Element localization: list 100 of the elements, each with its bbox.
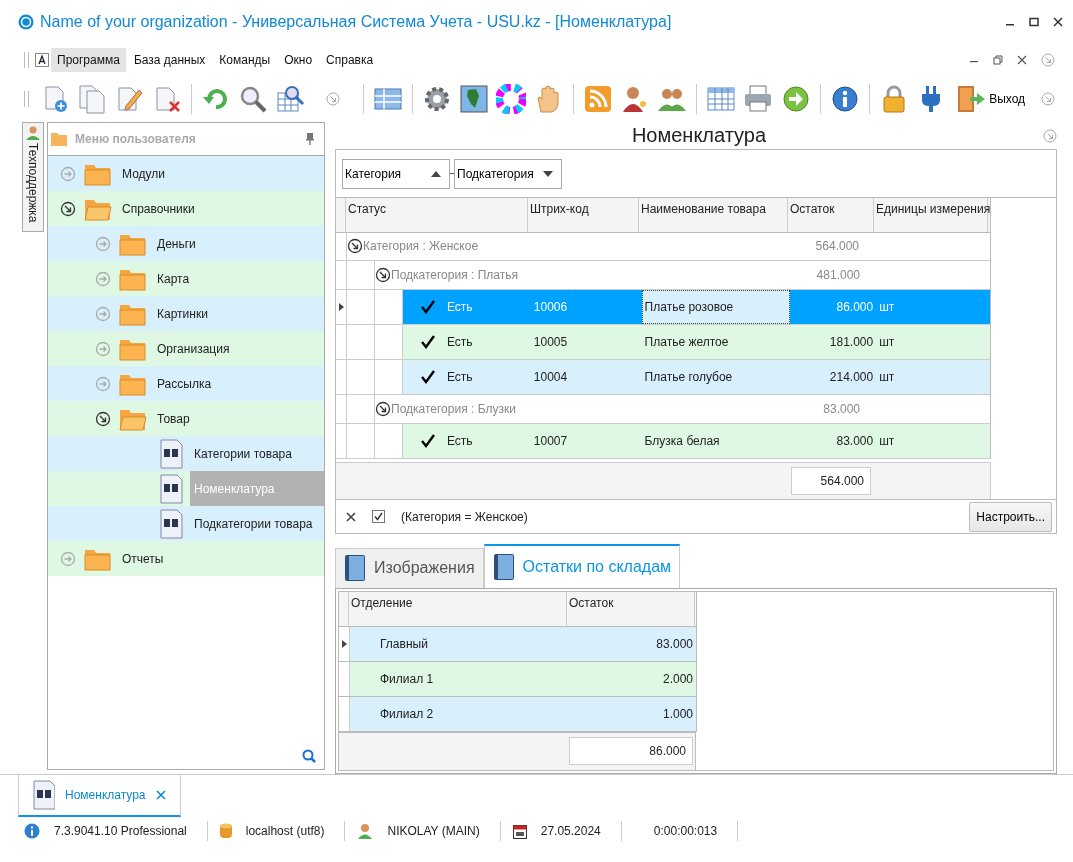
collapsed-node-icon[interactable] — [60, 165, 76, 182]
font-icon[interactable] — [35, 53, 49, 67]
collapse-icon[interactable] — [1043, 128, 1057, 143]
column-header[interactable]: Остаток — [567, 592, 695, 626]
column-header[interactable]: Штрих-код — [528, 197, 639, 232]
group-label: Категория : Женское — [363, 239, 480, 254]
expanded-group-icon[interactable] — [375, 400, 391, 417]
logo-icon — [18, 14, 34, 30]
menu-item[interactable]: Программа — [51, 48, 126, 72]
close-tab-button[interactable] — [155, 790, 166, 800]
rss-button[interactable] — [582, 83, 613, 115]
close-icon — [155, 790, 166, 800]
forward-icon — [780, 84, 811, 114]
color-wheel-button[interactable] — [496, 83, 527, 115]
group-label: Подкатегория : Блузки — [391, 401, 517, 416]
check-icon — [421, 334, 435, 349]
table-row[interactable]: Есть 10006 Платье розовое 86.000 шт — [336, 289, 990, 325]
collapsed-node-icon[interactable] — [95, 375, 111, 392]
tree-item[interactable]: Товар — [153, 401, 194, 436]
clear-filter-button[interactable] — [346, 511, 356, 522]
tree-item[interactable]: Карта — [153, 261, 194, 296]
row-indicator-icon — [338, 302, 344, 311]
menu-item[interactable]: База данных — [127, 48, 212, 72]
collapse-icon[interactable] — [325, 92, 340, 106]
table-row[interactable]: Главный 83.000 — [339, 627, 696, 662]
pin-icon[interactable] — [306, 133, 314, 145]
maximize-icon[interactable] — [1029, 17, 1039, 27]
document-icon — [160, 438, 184, 469]
tree-item[interactable]: Отчеты — [118, 541, 168, 576]
panel-title: Меню пользователя — [75, 132, 197, 146]
table-search-button[interactable] — [275, 83, 306, 115]
info-button[interactable] — [829, 83, 860, 115]
table-cell-text: 83.000 — [835, 432, 875, 450]
collapse-icon[interactable] — [1041, 53, 1055, 67]
tree-item[interactable]: Деньги — [153, 226, 200, 261]
table-cell: Платье розовое — [641, 289, 791, 324]
filter-checkbox[interactable] — [372, 510, 385, 524]
close-icon[interactable] — [1017, 55, 1027, 65]
status-text: localhost (utf8) — [245, 824, 325, 838]
group-by-chip[interactable]: Подкатегория — [454, 158, 562, 189]
menu-item[interactable]: Окно — [278, 48, 319, 72]
menu-item[interactable]: Справка — [320, 48, 380, 72]
copy-icon — [77, 84, 108, 114]
menu-item[interactable]: Команды — [213, 48, 277, 72]
map-icon — [459, 84, 490, 114]
side-tab[interactable]: Техподдержка — [22, 122, 44, 232]
group-label: Подкатегория : Платья — [391, 267, 519, 282]
row-header[interactable] — [336, 289, 347, 324]
collapsed-node-icon[interactable] — [95, 305, 111, 322]
configure-button[interactable]: Настроить... — [969, 501, 1052, 532]
page-title: Номенклатура — [630, 124, 768, 148]
column-header[interactable]: Единицы измерения — [874, 197, 988, 232]
row-header[interactable] — [339, 627, 350, 661]
table-cell-text: шт — [878, 432, 896, 450]
table-cell-text: 10007 — [532, 432, 569, 450]
map-button[interactable] — [459, 83, 490, 115]
column-header[interactable]: Статус — [346, 197, 528, 232]
collapsed-node-icon[interactable] — [95, 270, 111, 287]
window-title: Name of your organization - Универсальная Система Учета - USU.kz - [Номенклатура] — [40, 13, 673, 31]
group-total: 83.000 — [822, 401, 861, 416]
table-row[interactable]: Есть 10004 Платье голубое 214.000 шт — [336, 359, 990, 395]
table-row[interactable]: Филиал 2 1.000 — [339, 697, 696, 732]
collapsed-node-icon[interactable] — [95, 235, 111, 252]
expanded-node-icon[interactable] — [95, 410, 111, 427]
collapse-icon[interactable] — [1041, 92, 1056, 106]
folder-icon — [51, 132, 67, 146]
table-row[interactable]: Филиал 1 2.000 — [339, 662, 696, 697]
status-text: 0:00:00:013 — [652, 824, 718, 838]
column-header[interactable]: Остаток — [788, 197, 874, 232]
status-text: Есть — [447, 369, 473, 384]
expanded-group-icon[interactable] — [375, 266, 391, 283]
close-icon[interactable] — [1053, 17, 1063, 27]
expanded-group-icon[interactable] — [347, 238, 363, 255]
expanded-node-icon[interactable] — [60, 200, 76, 217]
tab[interactable]: Изображения — [335, 548, 484, 588]
table-cell-text: шт — [878, 333, 896, 351]
table-cell-text: Платье голубое — [643, 368, 734, 386]
collapsed-node-icon[interactable] — [60, 550, 76, 567]
table-row[interactable]: Есть 10007 Блузка белая 83.000 шт — [336, 423, 990, 459]
group-by-chip[interactable]: Категория — [342, 158, 450, 189]
table-cell-text: шт — [878, 368, 896, 386]
collapsed-node-icon[interactable] — [95, 340, 111, 357]
table-cell-text: 1.000 — [661, 706, 694, 723]
search-icon[interactable] — [302, 749, 316, 763]
document-tab[interactable]: Номенклатура — [18, 775, 181, 817]
forward-button[interactable] — [780, 83, 811, 115]
table-cell-text: 214.000 — [828, 368, 875, 386]
tree-item[interactable]: Модули — [118, 156, 169, 191]
exit-button[interactable]: Выход — [953, 82, 1028, 116]
column-header[interactable]: Наименование товара — [639, 197, 788, 232]
rss-icon — [582, 84, 613, 114]
restore-icon[interactable] — [993, 55, 1003, 65]
status-text: 27.05.2024 — [540, 824, 601, 838]
printer-button[interactable] — [743, 83, 774, 115]
close-icon — [346, 511, 356, 522]
table-cell-text: 10006 — [532, 298, 569, 316]
table-cell-text: Блузка белая — [643, 432, 721, 450]
table-row[interactable]: Есть 10005 Платье желтое 181.000 шт — [336, 324, 990, 360]
column-header[interactable]: Отделение — [349, 592, 567, 626]
indent-cell — [375, 324, 403, 359]
